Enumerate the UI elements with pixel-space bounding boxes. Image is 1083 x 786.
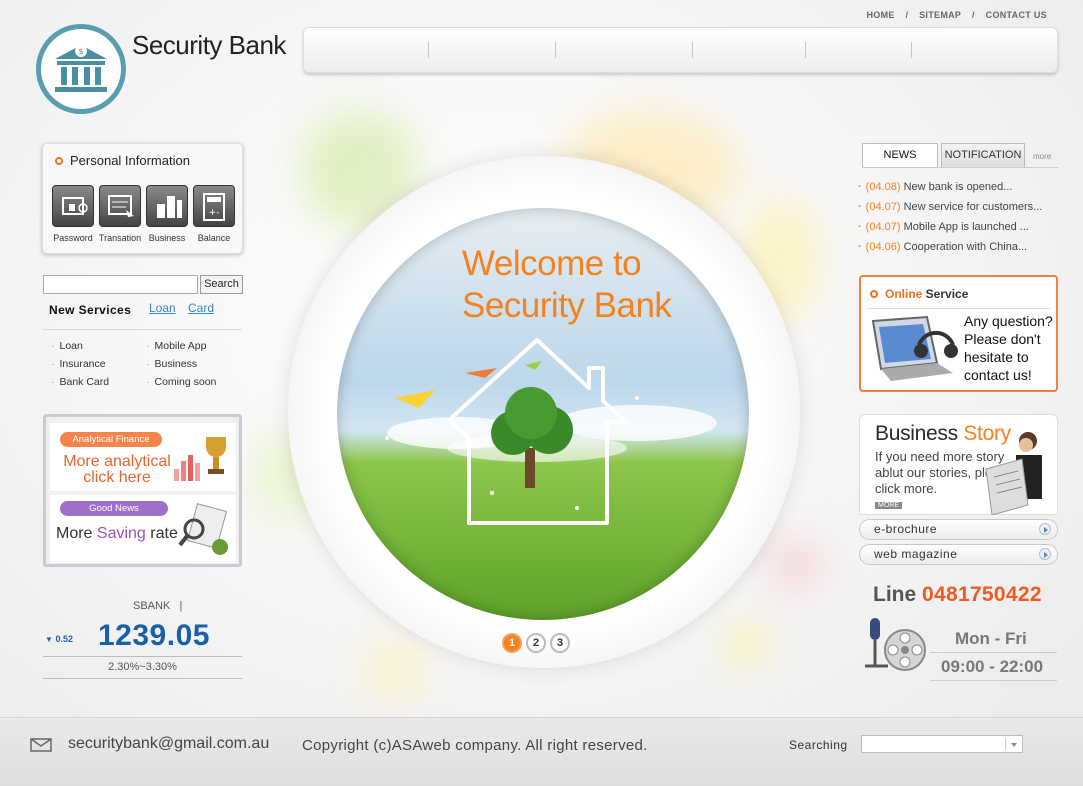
stock-name: SBANK |: [133, 600, 183, 612]
nav-separator: [911, 42, 912, 58]
footer: securitybank@gmail.com.au Copyright (c)A…: [0, 717, 1083, 786]
business-story-banner[interactable]: Business Story If you need more story ab…: [859, 414, 1058, 515]
divider: [43, 656, 242, 657]
logo[interactable]: $: [36, 24, 126, 114]
service-item-mobile-app[interactable]: Mobile App: [146, 340, 207, 352]
story-more-button[interactable]: MORE: [875, 502, 902, 509]
nav-separator: [692, 42, 693, 58]
link-separator: /: [905, 10, 909, 20]
good-news-banner[interactable]: Good News More Saving rate: [50, 495, 236, 563]
sitemap-link[interactable]: SITEMAP: [919, 10, 961, 20]
balance-label: Balance: [197, 233, 231, 243]
arrow-right-icon: [1039, 523, 1051, 535]
nav-separator: [805, 42, 806, 58]
svg-text:$: $: [78, 47, 83, 56]
panel-title: Online Service: [870, 287, 968, 301]
slide-dot-3[interactable]: 3: [550, 633, 570, 653]
password-icon: [62, 197, 88, 215]
mail-icon: [30, 738, 52, 752]
phone-number: 0481750422: [922, 583, 1042, 606]
balance-button[interactable]: +-: [193, 185, 235, 227]
new-services-title: New Services: [49, 303, 132, 317]
news-item[interactable]: (04.06) Cooperation with China...: [858, 241, 1027, 253]
link-separator: /: [972, 10, 975, 20]
service-item-business[interactable]: Business: [146, 358, 198, 370]
news-item[interactable]: (04.08) New bank is opened...: [858, 181, 1013, 193]
divider: [862, 167, 1058, 168]
divider: [930, 652, 1057, 653]
business-button[interactable]: [146, 185, 188, 227]
bank-icon: $: [55, 45, 107, 92]
web-magazine-link[interactable]: web magazine: [859, 544, 1058, 565]
home-link[interactable]: HOME: [866, 10, 894, 20]
good-news-badge: Good News: [60, 501, 168, 516]
bullet-icon: [870, 290, 878, 298]
news-item[interactable]: (04.07) New service for customers...: [858, 201, 1043, 213]
phone-line-label: Line: [873, 583, 917, 606]
slide-dot-1[interactable]: 1: [502, 633, 522, 653]
office-days: Mon - Fri: [955, 629, 1027, 648]
businesswoman-newspaper-image: [985, 432, 1042, 515]
site-title: Security Bank: [132, 30, 286, 60]
select-separator: [1005, 738, 1006, 750]
analytical-finance-banner[interactable]: Analytical Finance More analytical click …: [50, 423, 236, 491]
service-item-loan[interactable]: Loan: [51, 340, 83, 352]
password-button[interactable]: [52, 185, 94, 227]
divider: [930, 680, 1057, 681]
news-more-link[interactable]: more: [1033, 152, 1051, 161]
bullet-icon: [55, 157, 63, 165]
svg-text:+-: +-: [209, 208, 220, 218]
panel-title: Personal Information: [55, 153, 190, 168]
microphone-film-reel-icon: [865, 618, 926, 671]
magnifier-document-icon: [178, 503, 228, 555]
trophy-chart-icon: [174, 437, 226, 481]
arrow-right-icon: [1039, 548, 1051, 560]
main-navigation[interactable]: [303, 27, 1058, 73]
chevron-down-icon: [1011, 743, 1017, 747]
laptop-headset-icon: [871, 315, 958, 381]
stock-value: 1239.05: [98, 619, 210, 652]
service-item-insurance[interactable]: Insurance: [51, 358, 106, 370]
news-item[interactable]: (04.07) Mobile App is launched ...: [858, 221, 1029, 233]
online-service-panel[interactable]: Online Service Any question? Please don'…: [859, 275, 1058, 392]
slide-dot-2[interactable]: 2: [526, 633, 546, 653]
card-link[interactable]: Card: [188, 301, 214, 315]
copyright-text: Copyright (c)ASAweb company. All right r…: [302, 737, 648, 754]
search-input[interactable]: [43, 275, 198, 294]
contact-us-link[interactable]: CONTACT US: [986, 10, 1047, 20]
online-service-message: Any question? Please don't hesitate to c…: [964, 313, 1053, 383]
top-links: HOME / SITEMAP / CONTACT US: [862, 10, 1051, 20]
footer-search-select[interactable]: [861, 735, 1023, 753]
search-button[interactable]: Search: [200, 275, 243, 294]
promo-text: More analytical click here: [63, 453, 171, 486]
divider: [43, 678, 242, 679]
hero-headline: Welcome to Security Bank: [462, 244, 672, 325]
promo-text: More Saving rate: [56, 525, 178, 542]
promo-panel: Analytical Finance More analytical click …: [43, 414, 242, 567]
personal-information-panel: Personal Information +- Password Transat…: [42, 143, 243, 254]
stock-change: ▼ 0.52: [45, 634, 73, 644]
tab-news[interactable]: NEWS: [862, 143, 938, 168]
footer-search-label: Searching: [789, 738, 848, 752]
divider: [867, 308, 1051, 309]
calculator-icon: +-: [203, 193, 225, 221]
slide-pager: 123: [502, 633, 574, 653]
office-hours: 09:00 - 22:00: [941, 657, 1044, 676]
loan-link[interactable]: Loan: [149, 301, 176, 315]
e-brochure-link[interactable]: e-brochure: [859, 519, 1058, 540]
footer-email[interactable]: securitybank@gmail.com.au: [68, 735, 269, 753]
transaction-icon: [108, 195, 134, 217]
stock-range: 2.30%~3.30%: [108, 661, 177, 673]
service-item-coming-soon[interactable]: Coming soon: [146, 376, 217, 388]
transaction-button[interactable]: [99, 185, 141, 227]
nav-separator: [555, 42, 556, 58]
divider: [43, 329, 242, 330]
analytical-finance-badge: Analytical Finance: [60, 432, 162, 447]
business-icon: [157, 196, 182, 218]
service-item-bank-card[interactable]: Bank Card: [51, 376, 110, 388]
nav-separator: [428, 42, 429, 58]
tab-notification[interactable]: NOTIFICATION: [941, 143, 1025, 168]
